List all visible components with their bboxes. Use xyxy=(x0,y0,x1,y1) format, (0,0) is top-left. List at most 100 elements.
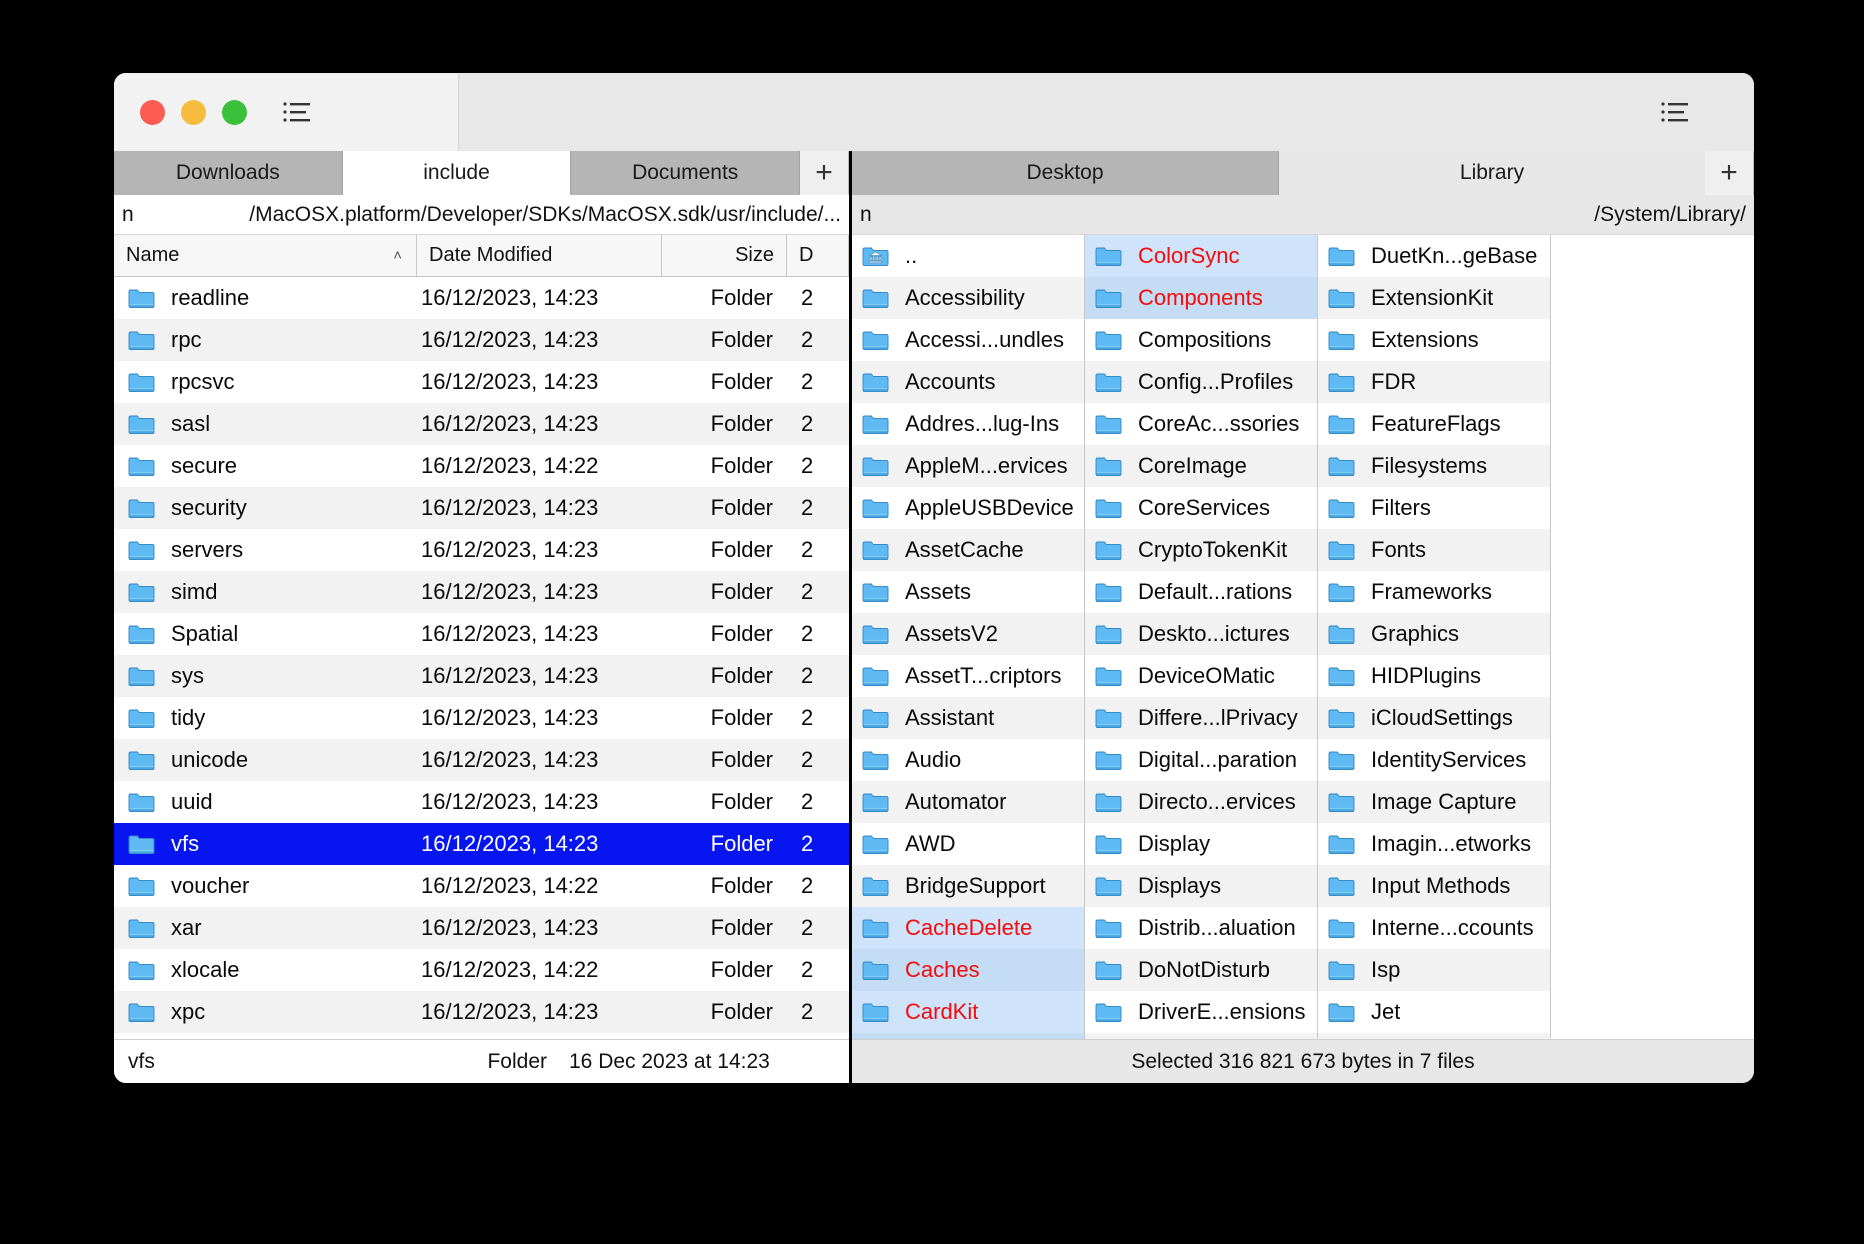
list-item[interactable]: Accessibility xyxy=(852,277,1084,319)
list-item[interactable]: DuetKn...geBase xyxy=(1318,235,1550,277)
table-row[interactable]: sys 16/12/2023, 14:23 Folder 2 xyxy=(114,655,849,697)
list-view-icon-left[interactable] xyxy=(279,97,315,127)
table-row[interactable]: servers 16/12/2023, 14:23 Folder 2 xyxy=(114,529,849,571)
list-item[interactable]: CryptoTokenKit xyxy=(1085,529,1317,571)
list-item[interactable]: Accessi...undles xyxy=(852,319,1084,361)
list-item[interactable]: Displays xyxy=(1085,865,1317,907)
list-item[interactable]: AppleUSBDevice xyxy=(852,487,1084,529)
list-view-icon-right[interactable] xyxy=(1657,97,1693,127)
list-item[interactable]: HIDPlugins xyxy=(1318,655,1550,697)
folder-icon xyxy=(1328,875,1355,897)
tab-desktop[interactable]: Desktop xyxy=(852,151,1279,195)
list-item[interactable]: Jet xyxy=(1318,991,1550,1033)
list-item[interactable]: Accounts xyxy=(852,361,1084,403)
add-tab-button-left[interactable]: + xyxy=(800,151,850,195)
list-item[interactable]: Display xyxy=(1085,823,1317,865)
list-item[interactable]: Input Methods xyxy=(1318,865,1550,907)
list-item[interactable]: DoNotDisturb xyxy=(1085,949,1317,991)
list-item[interactable]: CoreImage xyxy=(1085,445,1317,487)
table-row[interactable]: sasl 16/12/2023, 14:23 Folder 2 xyxy=(114,403,849,445)
tab-downloads[interactable]: Downloads xyxy=(114,151,343,195)
list-item[interactable]: Automator xyxy=(852,781,1084,823)
list-item[interactable]: AssetT...criptors xyxy=(852,655,1084,697)
table-row[interactable]: xpc 16/12/2023, 14:23 Folder 2 xyxy=(114,991,849,1033)
zoom-button[interactable] xyxy=(222,99,247,125)
list-item[interactable]: Assistant xyxy=(852,697,1084,739)
list-item[interactable]: CacheDelete xyxy=(852,907,1084,949)
table-row[interactable]: voucher 16/12/2023, 14:22 Folder 2 xyxy=(114,865,849,907)
table-row[interactable]: rpcsvc 16/12/2023, 14:23 Folder 2 xyxy=(114,361,849,403)
list-item[interactable]: Caches xyxy=(852,949,1084,991)
list-item[interactable]: CardKit xyxy=(852,991,1084,1033)
column-header-date-modified[interactable]: Date Modified xyxy=(417,235,662,276)
list-item[interactable]: Graphics xyxy=(1318,613,1550,655)
list-item[interactable]: Differe...lPrivacy xyxy=(1085,697,1317,739)
tab-include[interactable]: include xyxy=(342,151,572,195)
list-item[interactable]: IdentityServices xyxy=(1318,739,1550,781)
list-item[interactable]: Distrib...aluation xyxy=(1085,907,1317,949)
list-item[interactable]: CoreAc...ssories xyxy=(1085,403,1317,445)
table-row[interactable]: readline 16/12/2023, 14:23 Folder 2 xyxy=(114,277,849,319)
list-item[interactable]: Fonts xyxy=(1318,529,1550,571)
list-item[interactable]: Deskto...ictures xyxy=(1085,613,1317,655)
table-row[interactable]: secure 16/12/2023, 14:22 Folder 2 xyxy=(114,445,849,487)
left-file-list[interactable]: readline 16/12/2023, 14:23 Folder 2 rpc 16/12… xyxy=(114,277,849,1039)
list-item[interactable]: .. xyxy=(852,235,1084,277)
list-item[interactable]: Components xyxy=(1085,277,1317,319)
folder-icon xyxy=(1328,497,1355,519)
tab-library[interactable]: Library xyxy=(1279,151,1705,195)
list-item[interactable]: Isp xyxy=(1318,949,1550,991)
list-item[interactable]: DriverE...ensions xyxy=(1085,991,1317,1033)
table-row[interactable]: xar 16/12/2023, 14:23 Folder 2 xyxy=(114,907,849,949)
list-item[interactable]: Directo...ervices xyxy=(1085,781,1317,823)
list-item[interactable]: CoreServices xyxy=(1085,487,1317,529)
list-item[interactable]: Assets xyxy=(852,571,1084,613)
table-row[interactable]: Spatial 16/12/2023, 14:23 Folder 2 xyxy=(114,613,849,655)
list-item[interactable]: ColorSync xyxy=(1085,235,1317,277)
list-item[interactable]: DeviceOMatic xyxy=(1085,655,1317,697)
list-item[interactable]: FeatureFlags xyxy=(1318,403,1550,445)
table-row[interactable]: simd 16/12/2023, 14:23 Folder 2 xyxy=(114,571,849,613)
table-row[interactable]: security 16/12/2023, 14:23 Folder 2 xyxy=(114,487,849,529)
table-row[interactable]: rpc 16/12/2023, 14:23 Folder 2 xyxy=(114,319,849,361)
list-item[interactable]: FDR xyxy=(1318,361,1550,403)
list-item[interactable]: Frameworks xyxy=(1318,571,1550,613)
list-item[interactable]: Interne...ccounts xyxy=(1318,907,1550,949)
right-column-browser[interactable]: .. Accessibility Accessi...undles Accounts A… xyxy=(852,235,1754,1039)
table-row[interactable]: uuid 16/12/2023, 14:23 Folder 2 xyxy=(114,781,849,823)
table-row[interactable]: xlocale 16/12/2023, 14:22 Folder 2 xyxy=(114,949,849,991)
browser-column-3[interactable]: DuetKn...geBase ExtensionKit Extensions FDR… xyxy=(1318,235,1551,1039)
right-path-bar[interactable]: n /System/Library/ xyxy=(852,195,1754,235)
list-item[interactable]: AWD xyxy=(852,823,1084,865)
list-item[interactable]: iCloudSettings xyxy=(1318,697,1550,739)
column-header-kind[interactable]: D xyxy=(787,235,849,276)
list-item[interactable]: Config...Profiles xyxy=(1085,361,1317,403)
browser-column-1[interactable]: .. Accessibility Accessi...undles Accounts A… xyxy=(852,235,1085,1039)
tab-documents[interactable]: Documents xyxy=(571,151,801,195)
browser-column-2[interactable]: ColorSync Components Compositions Config...… xyxy=(1085,235,1318,1039)
list-item[interactable]: BridgeSupport xyxy=(852,865,1084,907)
column-header-size[interactable]: Size xyxy=(662,235,787,276)
list-item[interactable]: Compositions xyxy=(1085,319,1317,361)
list-item[interactable]: Imagin...etworks xyxy=(1318,823,1550,865)
left-path-bar[interactable]: n .../MacOSX.platform/Developer/SDKs/Mac… xyxy=(114,195,849,235)
column-header-name[interactable]: Name ˄ xyxy=(114,235,417,276)
list-item[interactable]: Default...rations xyxy=(1085,571,1317,613)
close-button[interactable] xyxy=(140,99,165,125)
table-row[interactable]: tidy 16/12/2023, 14:23 Folder 2 xyxy=(114,697,849,739)
list-item[interactable]: Digital...paration xyxy=(1085,739,1317,781)
list-item[interactable]: ExtensionKit xyxy=(1318,277,1550,319)
table-row[interactable]: unicode 16/12/2023, 14:23 Folder 2 xyxy=(114,739,849,781)
add-tab-button-right[interactable]: + xyxy=(1705,151,1754,195)
table-row[interactable]: vfs 16/12/2023, 14:23 Folder 2 xyxy=(114,823,849,865)
minimize-button[interactable] xyxy=(181,99,206,125)
list-item[interactable]: Audio xyxy=(852,739,1084,781)
list-item[interactable]: AssetCache xyxy=(852,529,1084,571)
list-item[interactable]: AssetsV2 xyxy=(852,613,1084,655)
list-item[interactable]: AppleM...ervices xyxy=(852,445,1084,487)
list-item[interactable]: Filesystems xyxy=(1318,445,1550,487)
list-item[interactable]: Addres...lug-Ins xyxy=(852,403,1084,445)
list-item[interactable]: Image Capture xyxy=(1318,781,1550,823)
list-item[interactable]: Filters xyxy=(1318,487,1550,529)
list-item[interactable]: Extensions xyxy=(1318,319,1550,361)
